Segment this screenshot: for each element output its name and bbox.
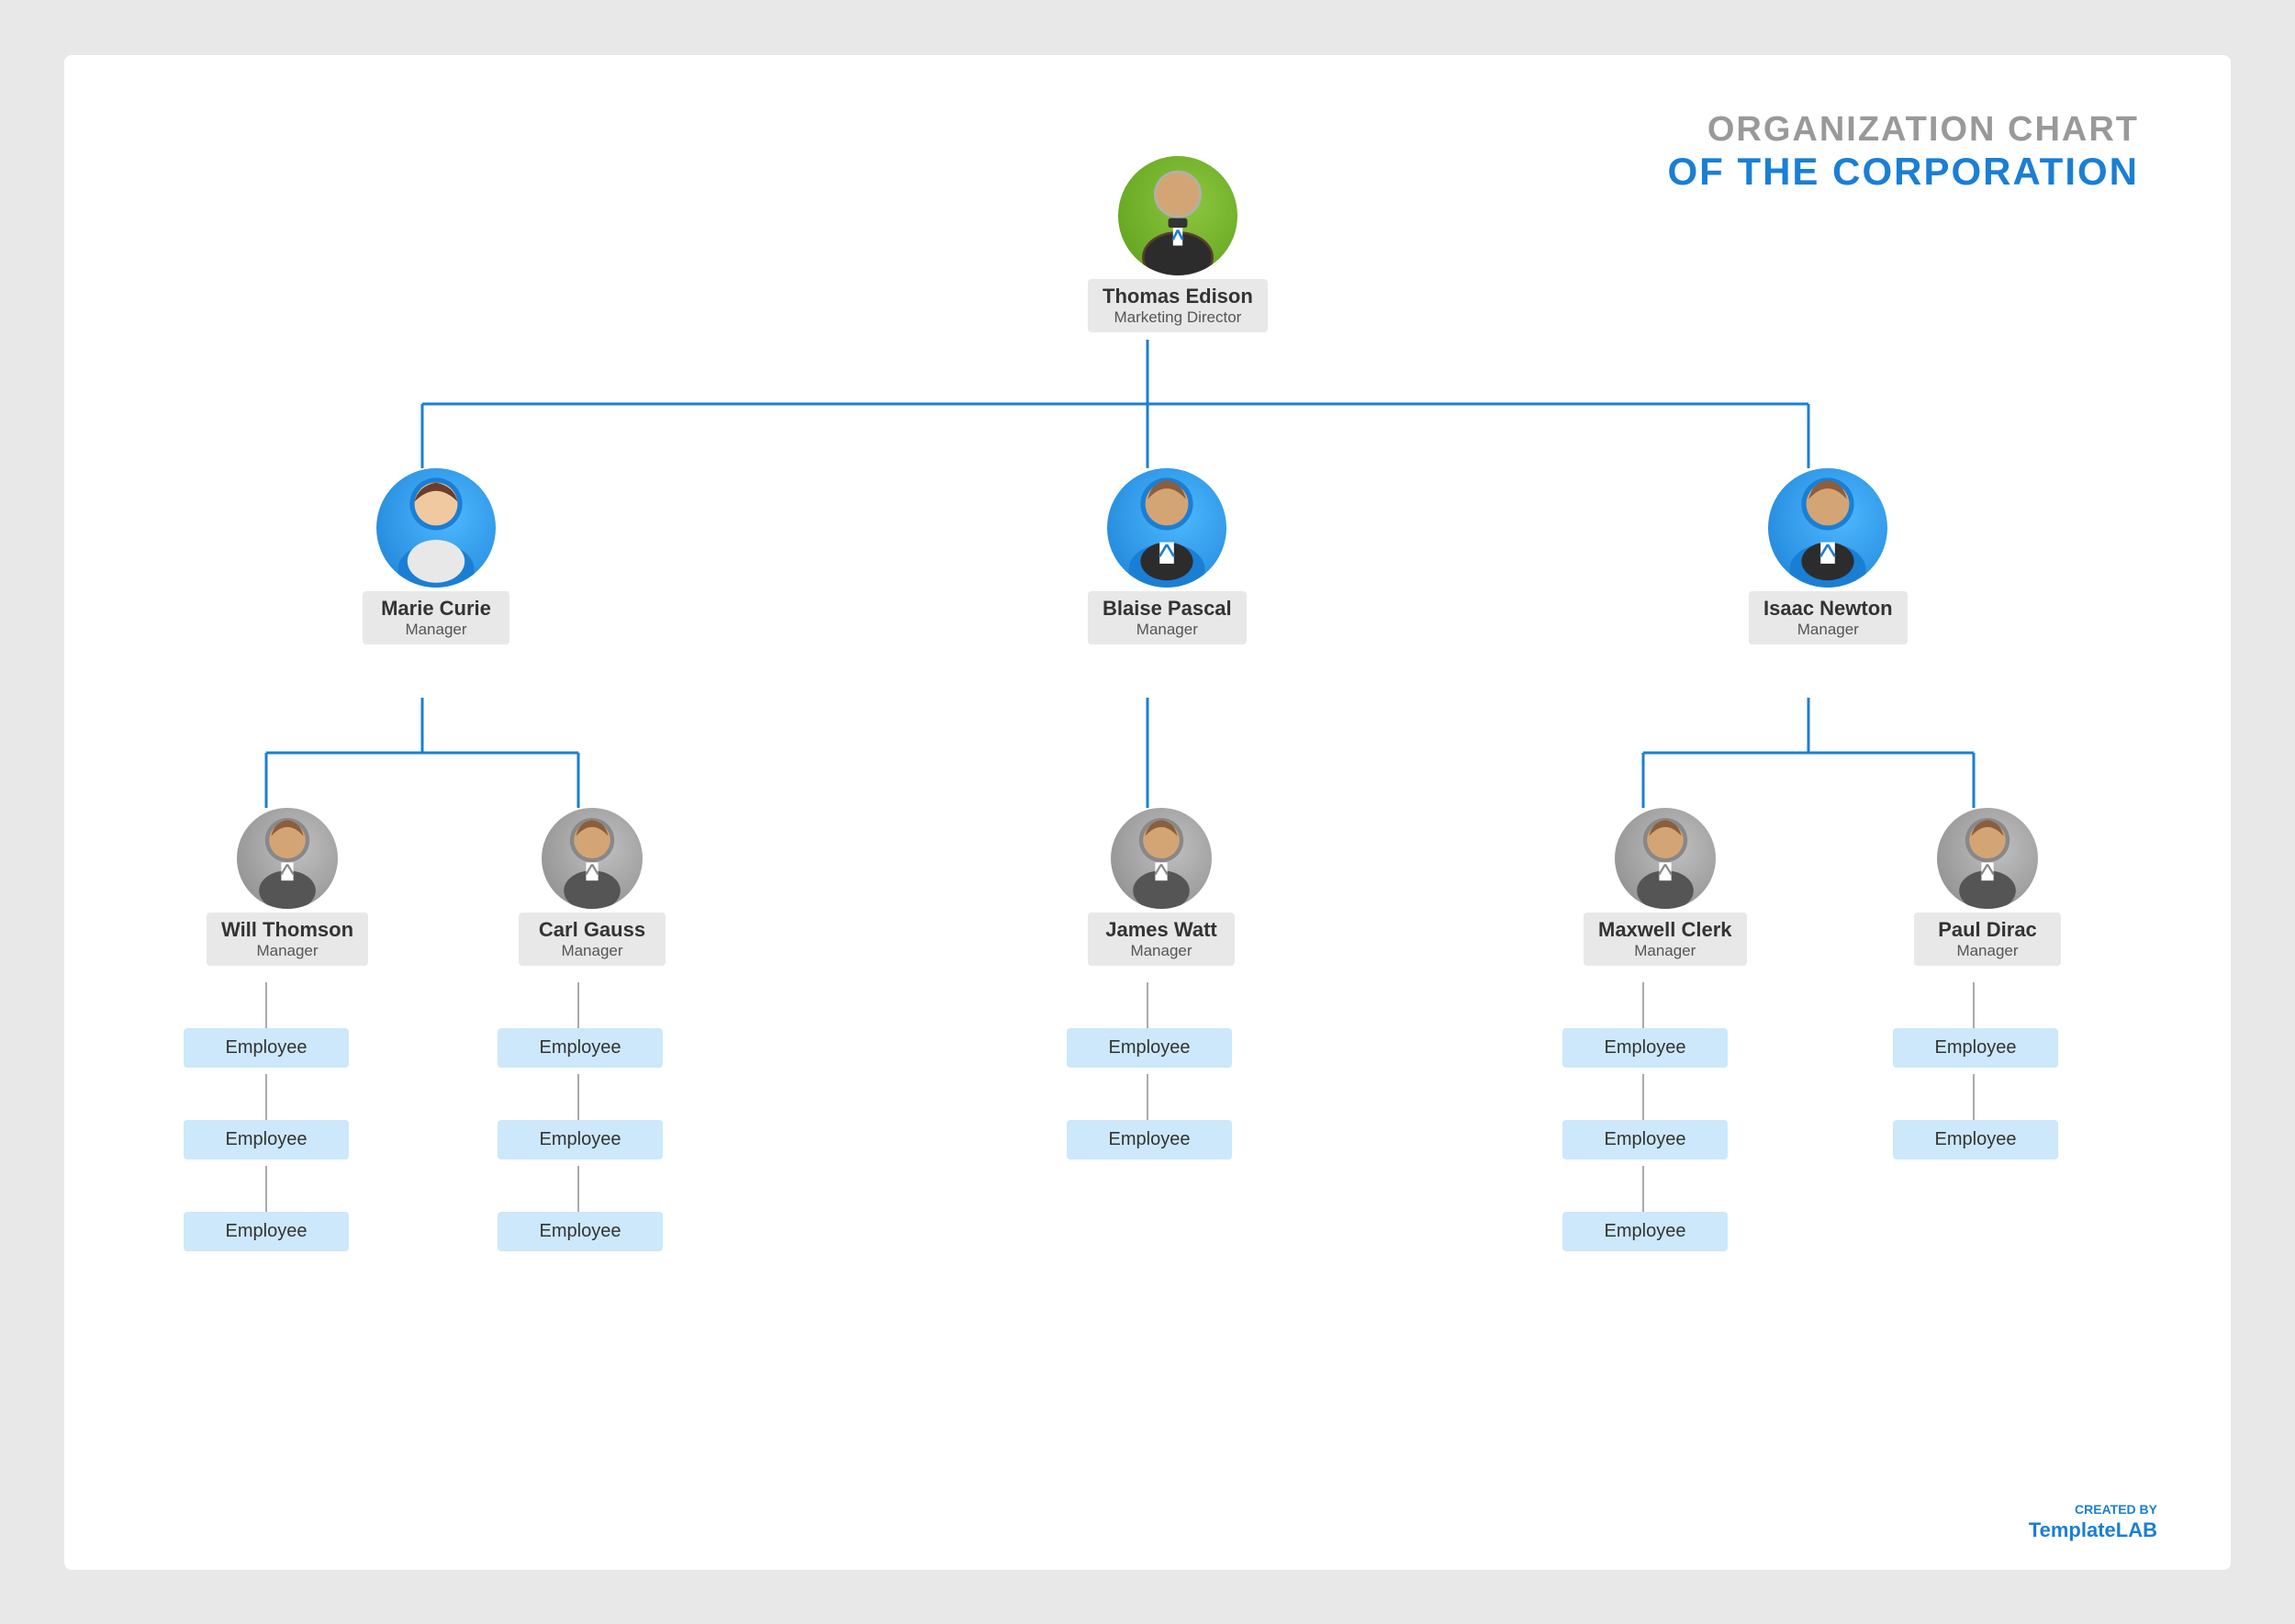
isaac-name: Isaac Newton bbox=[1763, 597, 1893, 621]
label-carl: Carl Gauss Manager bbox=[519, 913, 666, 966]
label-james: James Watt Manager bbox=[1088, 913, 1235, 966]
emp-james-2: Employee bbox=[1067, 1120, 1232, 1159]
marie-name: Marie Curie bbox=[377, 597, 495, 621]
maxwell-role: Manager bbox=[1598, 942, 1732, 960]
avatar-isaac bbox=[1768, 468, 1887, 588]
emp-carl-2: Employee bbox=[498, 1120, 663, 1159]
label-maxwell: Maxwell Clerk Manager bbox=[1584, 913, 1747, 966]
avatar-carl bbox=[542, 808, 643, 909]
paul-name: Paul Dirac bbox=[1929, 918, 2046, 942]
created-by-label: CREATED BY bbox=[2029, 1502, 2157, 1517]
template-label: TemplateLAB bbox=[2029, 1518, 2157, 1541]
person-icon-blaise bbox=[1107, 468, 1226, 588]
avatar-ceo bbox=[1118, 156, 1237, 275]
emp-carl-1: Employee bbox=[498, 1028, 663, 1068]
person-icon-ceo bbox=[1118, 156, 1237, 275]
emp-carl-3: Employee bbox=[498, 1212, 663, 1251]
branding: CREATED BY TemplateLAB bbox=[2029, 1502, 2157, 1542]
will-name: Will Thomson bbox=[221, 918, 353, 942]
emp-maxwell-2: Employee bbox=[1562, 1120, 1728, 1159]
maxwell-name: Maxwell Clerk bbox=[1598, 918, 1732, 942]
title-line2: OF THE CORPORATION bbox=[1667, 150, 2139, 194]
person-icon-will bbox=[237, 808, 338, 909]
james-role: Manager bbox=[1103, 942, 1220, 960]
marie-role: Manager bbox=[377, 621, 495, 639]
ceo-role: Marketing Director bbox=[1103, 308, 1253, 327]
isaac-role: Manager bbox=[1763, 621, 1893, 639]
node-marie: Marie Curie Manager bbox=[363, 468, 509, 644]
avatar-blaise bbox=[1107, 468, 1226, 588]
person-icon-isaac bbox=[1768, 468, 1887, 588]
node-maxwell: Maxwell Clerk Manager bbox=[1584, 808, 1747, 966]
node-ceo: Thomas Edison Marketing Director bbox=[1088, 156, 1268, 332]
avatar-will bbox=[237, 808, 338, 909]
title-area: ORGANIZATION CHART OF THE CORPORATION bbox=[1667, 110, 2139, 194]
avatar-marie bbox=[376, 468, 496, 588]
emp-will-3: Employee bbox=[184, 1212, 349, 1251]
node-paul: Paul Dirac Manager bbox=[1914, 808, 2061, 966]
avatar-james bbox=[1111, 808, 1212, 909]
label-blaise: Blaise Pascal Manager bbox=[1088, 591, 1247, 644]
emp-james-1: Employee bbox=[1067, 1028, 1232, 1068]
blaise-name: Blaise Pascal bbox=[1103, 597, 1232, 621]
paul-role: Manager bbox=[1929, 942, 2046, 960]
lab-label: LAB bbox=[2116, 1518, 2157, 1541]
label-will: Will Thomson Manager bbox=[207, 913, 368, 966]
emp-will-1: Employee bbox=[184, 1028, 349, 1068]
emp-maxwell-1: Employee bbox=[1562, 1028, 1728, 1068]
node-james: James Watt Manager bbox=[1088, 808, 1235, 966]
label-marie: Marie Curie Manager bbox=[363, 591, 509, 644]
carl-name: Carl Gauss bbox=[533, 918, 651, 942]
node-isaac: Isaac Newton Manager bbox=[1749, 468, 1908, 644]
node-blaise: Blaise Pascal Manager bbox=[1088, 468, 1247, 644]
ceo-name: Thomas Edison bbox=[1103, 285, 1253, 308]
person-icon-paul bbox=[1937, 808, 2038, 909]
label-isaac: Isaac Newton Manager bbox=[1749, 591, 1908, 644]
node-will: Will Thomson Manager bbox=[207, 808, 368, 966]
emp-will-2: Employee bbox=[184, 1120, 349, 1159]
person-icon-marie bbox=[376, 468, 496, 588]
page: ORGANIZATION CHART OF THE CORPORATION CR… bbox=[64, 55, 2231, 1570]
person-icon-james bbox=[1111, 808, 1212, 909]
emp-maxwell-3: Employee bbox=[1562, 1212, 1728, 1251]
blaise-role: Manager bbox=[1103, 621, 1232, 639]
avatar-paul bbox=[1937, 808, 2038, 909]
avatar-maxwell bbox=[1615, 808, 1716, 909]
emp-paul-1: Employee bbox=[1893, 1028, 2058, 1068]
will-role: Manager bbox=[221, 942, 353, 960]
node-carl: Carl Gauss Manager bbox=[519, 808, 666, 966]
label-paul: Paul Dirac Manager bbox=[1914, 913, 2061, 966]
label-ceo: Thomas Edison Marketing Director bbox=[1088, 279, 1268, 332]
carl-role: Manager bbox=[533, 942, 651, 960]
person-icon-maxwell bbox=[1615, 808, 1716, 909]
emp-paul-2: Employee bbox=[1893, 1120, 2058, 1159]
title-line1: ORGANIZATION CHART bbox=[1667, 110, 2139, 150]
james-name: James Watt bbox=[1103, 918, 1220, 942]
person-icon-carl bbox=[542, 808, 643, 909]
